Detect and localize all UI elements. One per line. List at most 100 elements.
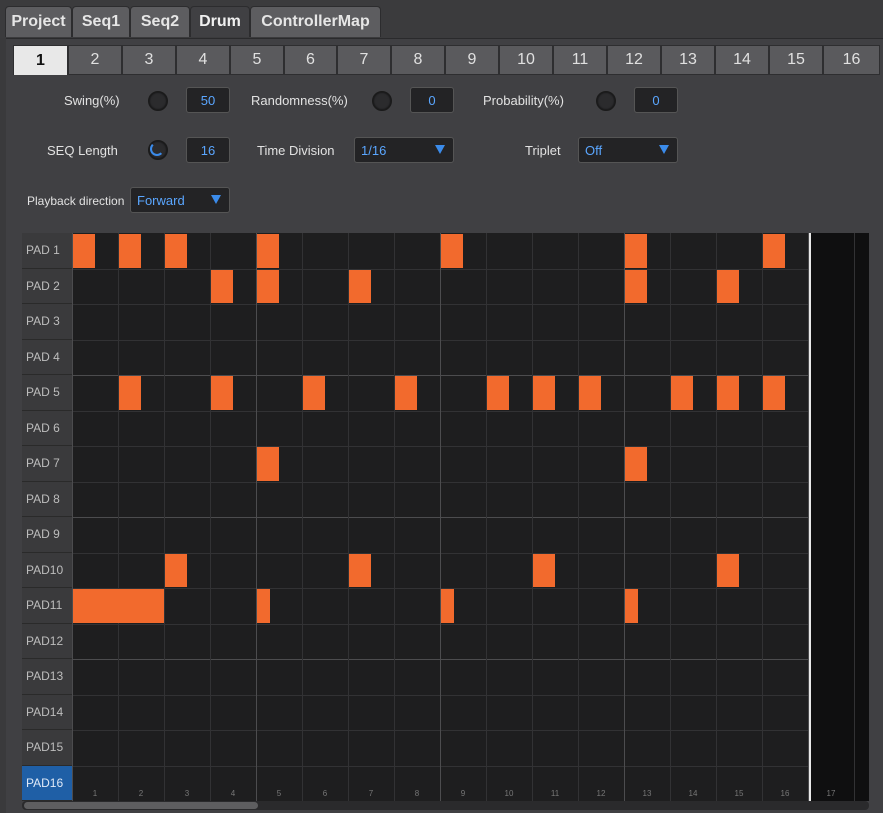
randomness-knob[interactable]	[372, 91, 392, 111]
step-cell-on[interactable]	[257, 269, 279, 303]
step-column-number: 5	[276, 789, 282, 798]
pad-label[interactable]: PAD11	[22, 588, 72, 624]
step-cell-on[interactable]	[763, 376, 785, 410]
pad-label[interactable]: PAD 4	[22, 339, 72, 375]
pad-label[interactable]: PAD 6	[22, 410, 72, 446]
tab-controllermap[interactable]: ControllerMap	[250, 6, 381, 37]
grid-column-divider	[854, 233, 855, 801]
step-cell-on[interactable]	[119, 376, 141, 410]
step-cell-on[interactable]	[625, 234, 647, 268]
step-tab-8[interactable]: 8	[391, 45, 445, 75]
scrollbar-thumb[interactable]	[24, 802, 258, 809]
grid-column-divider	[164, 233, 165, 801]
pad-label[interactable]: PAD16	[22, 765, 72, 801]
tab-project[interactable]: Project	[5, 6, 72, 37]
pad-label[interactable]: PAD 2	[22, 268, 72, 304]
triplet-dropdown[interactable]: Off	[578, 137, 678, 163]
step-cell-on[interactable]	[671, 376, 693, 410]
step-tab-1[interactable]: 1	[13, 45, 68, 75]
step-cell-on[interactable]	[625, 447, 647, 481]
tab-drum[interactable]: Drum	[190, 6, 250, 37]
randomness-value-field[interactable]: 0	[410, 87, 454, 113]
step-cell-on[interactable]	[165, 553, 187, 587]
step-cell-on[interactable]	[165, 234, 187, 268]
step-column-number: 10	[504, 789, 514, 798]
pad-label[interactable]: PAD 5	[22, 375, 72, 411]
triplet-value: Off	[585, 142, 603, 158]
step-tab-15[interactable]: 15	[769, 45, 823, 75]
pad-label[interactable]: PAD 7	[22, 446, 72, 482]
step-cell-on[interactable]	[441, 234, 463, 268]
step-cell-on[interactable]	[625, 269, 647, 303]
step-cell-on[interactable]	[395, 376, 417, 410]
step-cell-on[interactable]	[257, 447, 279, 481]
tab-seq1[interactable]: Seq1	[72, 6, 130, 37]
step-cell-on[interactable]	[441, 589, 454, 623]
step-cell-on[interactable]	[73, 589, 164, 623]
tab-seq2[interactable]: Seq2	[130, 6, 190, 37]
step-cell-on[interactable]	[303, 376, 325, 410]
step-cell-on[interactable]	[763, 234, 785, 268]
pad-label[interactable]: PAD 9	[22, 517, 72, 553]
step-tab-3[interactable]: 3	[122, 45, 176, 75]
pad-label[interactable]: PAD 1	[22, 233, 72, 269]
step-cell-on[interactable]	[625, 589, 638, 623]
step-column-number: 7	[368, 789, 374, 798]
pad-label[interactable]: PAD13	[22, 659, 72, 695]
time-division-dropdown[interactable]: 1/16	[354, 137, 454, 163]
swing-value-field[interactable]: 50	[186, 87, 230, 113]
step-tab-11[interactable]: 11	[553, 45, 607, 75]
step-column-number: 16	[780, 789, 790, 798]
chevron-down-icon	[435, 145, 445, 154]
step-tab-6[interactable]: 6	[284, 45, 337, 75]
pad-label[interactable]: PAD 3	[22, 304, 72, 340]
time-division-label: Time Division	[257, 143, 335, 158]
grid-column-divider	[210, 233, 211, 801]
swing-label: Swing(%)	[64, 93, 120, 108]
step-cell-on[interactable]	[119, 234, 141, 268]
seq-length-value-field[interactable]: 16	[186, 137, 230, 163]
step-cell-on[interactable]	[349, 553, 371, 587]
step-cell-on[interactable]	[579, 376, 601, 410]
step-cell-on[interactable]	[533, 553, 555, 587]
step-cell-on[interactable]	[717, 269, 739, 303]
step-tab-4[interactable]: 4	[176, 45, 230, 75]
pad-label[interactable]: PAD12	[22, 623, 72, 659]
step-cell-on[interactable]	[717, 376, 739, 410]
probability-value-field[interactable]: 0	[634, 87, 678, 113]
step-cell-on[interactable]	[717, 553, 739, 587]
grid-column-divider	[762, 233, 763, 801]
step-tab-12[interactable]: 12	[607, 45, 661, 75]
step-cell-on[interactable]	[73, 234, 95, 268]
step-column-number: 14	[688, 789, 698, 798]
step-tab-13[interactable]: 13	[661, 45, 715, 75]
step-tab-14[interactable]: 14	[715, 45, 769, 75]
grid-column-divider	[72, 233, 73, 801]
step-cell-on[interactable]	[257, 234, 279, 268]
step-cell-on[interactable]	[533, 376, 555, 410]
seq-length-knob[interactable]	[148, 140, 168, 160]
pad-label[interactable]: PAD 8	[22, 481, 72, 517]
step-tab-5[interactable]: 5	[230, 45, 284, 75]
horizontal-scrollbar[interactable]	[22, 801, 869, 810]
grid-column-divider	[440, 233, 441, 801]
probability-knob[interactable]	[596, 91, 616, 111]
step-column-number: 13	[642, 789, 652, 798]
step-tab-9[interactable]: 9	[445, 45, 499, 75]
step-tab-10[interactable]: 10	[499, 45, 553, 75]
playback-direction-dropdown[interactable]: Forward	[130, 187, 230, 213]
step-cell-on[interactable]	[487, 376, 509, 410]
step-cell-on[interactable]	[211, 269, 233, 303]
pad-label[interactable]: PAD15	[22, 730, 72, 766]
step-cell-on[interactable]	[349, 269, 371, 303]
step-tab-7[interactable]: 7	[337, 45, 391, 75]
swing-knob[interactable]	[148, 91, 168, 111]
pad-label[interactable]: PAD14	[22, 694, 72, 730]
pad-label[interactable]: PAD10	[22, 552, 72, 588]
step-tab-16[interactable]: 16	[823, 45, 880, 75]
step-cell-on[interactable]	[211, 376, 233, 410]
step-tab-2[interactable]: 2	[68, 45, 122, 75]
step-grid[interactable]: PAD 1 PAD 2 PAD 3 PAD 4 PAD 5 PAD 6 PAD 7 PAD 8…	[22, 233, 869, 801]
grid-column-divider	[578, 233, 579, 801]
step-cell-on[interactable]	[257, 589, 270, 623]
